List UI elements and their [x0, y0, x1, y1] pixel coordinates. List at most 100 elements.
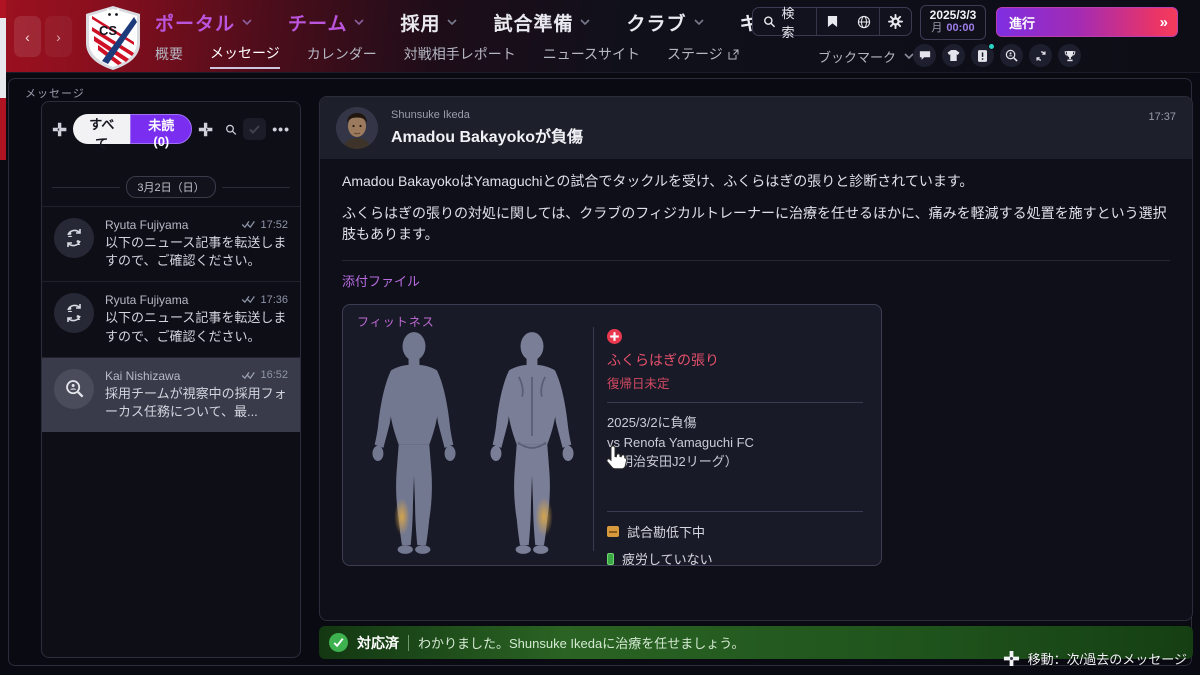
speech-bubble-icon: [919, 51, 930, 60]
avatar: [54, 293, 94, 334]
message-title: Amadou Bakayokoが負傷: [391, 129, 584, 146]
search-list-icon[interactable]: [225, 123, 237, 136]
nav-recruitment[interactable]: 採用: [400, 9, 458, 36]
dpad-right-icon[interactable]: [198, 121, 213, 138]
chat-button[interactable]: [913, 44, 936, 67]
nav-match-prep[interactable]: 試合準備: [493, 9, 591, 36]
search-label: 検索: [781, 5, 795, 40]
game-weekday: 月: [931, 22, 943, 34]
tab-opponent-report[interactable]: 対戦相手レポート: [404, 44, 516, 68]
search-icon: [764, 16, 776, 28]
attachments-link[interactable]: 添付ファイル: [342, 271, 1170, 290]
chevron-down-icon: [580, 18, 591, 25]
circular-arrows-icon: [1035, 50, 1046, 61]
double-check-icon: [242, 296, 256, 304]
bookmark-button[interactable]: [817, 8, 848, 35]
injury-highlight-left-calf: [394, 498, 410, 536]
tab-messages[interactable]: メッセージ: [210, 43, 280, 69]
message-navigation-hint[interactable]: 移動：次/過去のメッセージ: [1003, 649, 1187, 668]
tab-stage[interactable]: ステージ: [667, 44, 739, 68]
chevron-down-icon: [354, 18, 365, 25]
sender-name: Kai Nishizawa: [105, 368, 181, 383]
messages-screen: メッセージ すべて 未読 (0) ••• 3月2日（日） Ryuta Fujiy…: [8, 78, 1193, 668]
nav-team[interactable]: チーム: [288, 9, 365, 36]
divider: [607, 511, 863, 513]
double-check-icon: [242, 371, 256, 379]
fitness-attachment-card[interactable]: フィットネス ふくらはぎの張り 復帰日未定 2025/3/2に負傷 vs Ren…: [342, 304, 882, 568]
world-button[interactable]: [848, 8, 879, 35]
time-text: 17:52: [260, 218, 288, 231]
squad-kit-button[interactable]: [942, 44, 965, 67]
globe-icon: [857, 15, 870, 28]
match-sharpness-icon: [607, 526, 619, 538]
divider: [408, 634, 409, 651]
message-sender: Shunsuke Ikeda: [391, 109, 470, 121]
messages-toolbar: すべて 未読 (0) •••: [42, 102, 300, 154]
body-back-view: [490, 332, 574, 554]
double-chevron-icon: »: [1159, 13, 1169, 31]
game-date: 2025/3/3: [929, 8, 977, 22]
history-back-button[interactable]: ‹: [14, 16, 41, 57]
settings-button[interactable]: [880, 8, 911, 35]
message-header: Shunsuke Ikeda Amadou Bakayokoが負傷 17:37: [320, 97, 1192, 159]
double-check-icon: [242, 220, 256, 229]
club-crest: CS: [82, 5, 144, 71]
time-text: 16:52: [260, 369, 288, 382]
fatigue-status-row: 疲労していない: [607, 549, 863, 568]
mark-read-checkbox-button[interactable]: [243, 118, 267, 140]
continue-button[interactable]: 進行 »: [996, 7, 1178, 37]
messages-list-panel: すべて 未読 (0) ••• 3月2日（日） Ryuta Fujiyama 17…: [41, 101, 301, 658]
gear-icon: [888, 14, 904, 29]
nav-club[interactable]: クラブ: [626, 9, 704, 36]
transfer-icon: [67, 229, 81, 247]
scouting-button[interactable]: [1000, 44, 1023, 67]
nav-portal[interactable]: ポータル: [155, 9, 252, 36]
message-body: Amadou BakayokoはYamaguchiとの試合でタックルを受け、ふく…: [320, 159, 1192, 568]
filter-unread-button[interactable]: 未読 (0): [130, 114, 193, 149]
dpad-left-icon[interactable]: [52, 121, 67, 138]
history-forward-button[interactable]: ›: [45, 16, 72, 57]
list-item-message-3[interactable]: Kai Nishizawa 16:52 採用チームが視察中の採用フォーカス任務に…: [42, 356, 300, 433]
message-preview: 以下のニュース記事を転送しますので、ご確認ください。: [105, 235, 287, 269]
card-alert-icon: [978, 49, 987, 62]
nav-recruitment-label: 採用: [400, 13, 441, 35]
bookmarks-dropdown[interactable]: ブックマーク: [818, 47, 914, 66]
chevron-down-icon: [242, 18, 252, 25]
news-card-button[interactable]: [971, 43, 995, 67]
message-paragraph: ふくらはぎの張りの対処に関しては、クラブのフィジカルトレーナーに治療を任せるほか…: [342, 204, 1167, 243]
chevron-down-icon: [447, 18, 458, 25]
avatar: [54, 368, 94, 409]
list-item-message-1[interactable]: Ryuta Fujiyama 17:52 以下のニュース記事を転送しますので、ご…: [42, 206, 300, 281]
chevron-down-icon: [693, 18, 704, 25]
injury-name: ふくらはぎの張り: [607, 352, 719, 369]
avatar: [54, 218, 94, 258]
date-divider: 3月2日（日）: [52, 176, 290, 198]
injury-highlight-left-calf: [535, 497, 553, 537]
injury-match: vs Renofa Yamaguchi FC: [607, 434, 754, 450]
bookmark-icon: [828, 16, 838, 27]
check-icon: [249, 124, 260, 134]
nav-match-prep-label: 試合準備: [493, 13, 574, 35]
list-item-message-2[interactable]: Ryuta Fujiyama 17:36 以下のニュース記事を転送しますので、ご…: [42, 281, 300, 356]
game-date-widget[interactable]: 2025/3/3 月 00:00: [920, 5, 986, 40]
tab-news-site[interactable]: ニュースサイト: [543, 44, 640, 68]
search-button[interactable]: 検索: [753, 6, 816, 40]
filter-all-button[interactable]: すべて: [73, 114, 131, 151]
dpad-icon: [1003, 650, 1019, 667]
game-time: 00:00: [946, 22, 975, 34]
tab-calendar[interactable]: カレンダー: [307, 44, 377, 68]
sharpness-status-row: 試合勘低下中: [607, 522, 863, 541]
competitions-button[interactable]: [1058, 44, 1081, 67]
medical-plus-icon: [607, 329, 622, 345]
more-options-icon[interactable]: •••: [272, 121, 290, 137]
date-divider-label: 3月2日（日）: [126, 176, 216, 198]
nav-team-label: チーム: [288, 13, 348, 35]
time-text: 17:36: [260, 293, 288, 306]
primary-nav: ポータル チーム 採用 試合準備 クラブ キャリア: [155, 7, 837, 37]
sync-button[interactable]: [1029, 44, 1052, 67]
continue-label: 進行: [1009, 15, 1036, 31]
tab-overview[interactable]: 概要: [155, 44, 183, 68]
divider: [593, 327, 594, 552]
shirt-icon: [947, 50, 960, 61]
message-timestamp: 17:37: [1148, 111, 1176, 123]
